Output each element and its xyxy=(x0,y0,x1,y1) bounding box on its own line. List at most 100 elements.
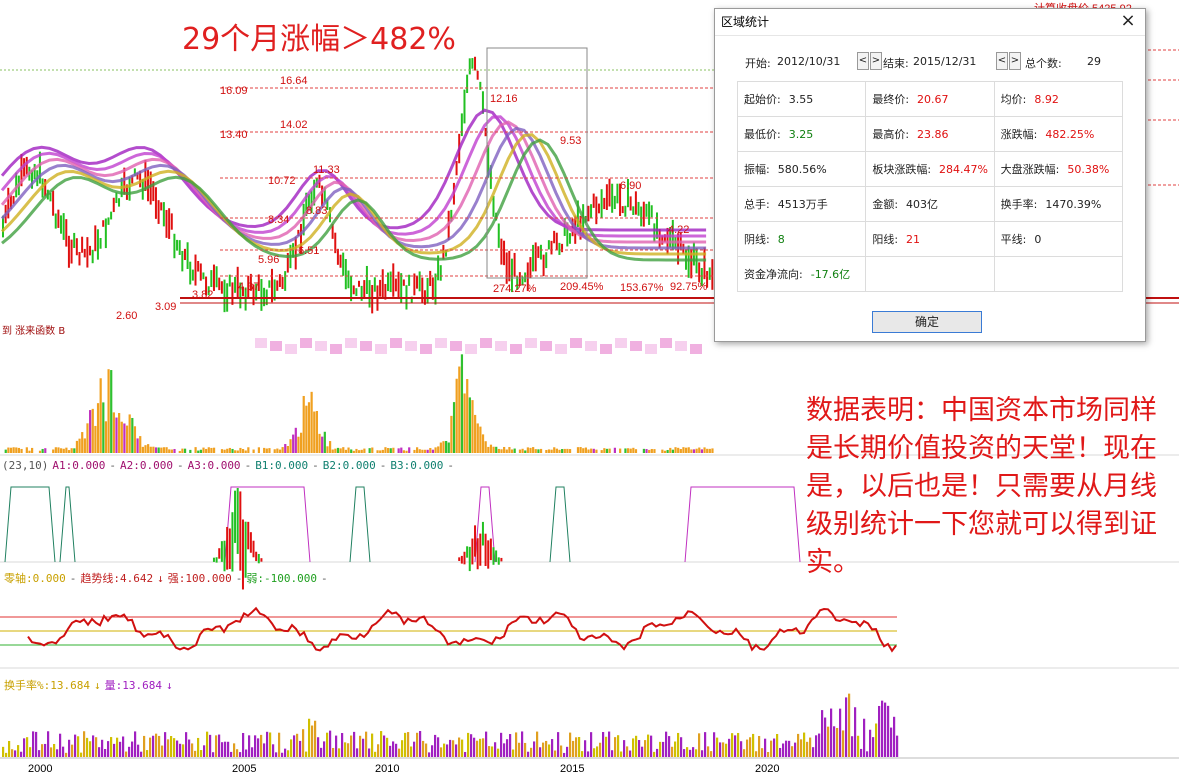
volume-bar xyxy=(600,450,603,453)
blurred-mark xyxy=(285,344,297,354)
turnover-bar xyxy=(446,744,449,757)
indicator-value: 量:13.684 xyxy=(104,679,162,692)
volume-bar xyxy=(94,425,97,453)
turnover-bar xyxy=(206,731,209,757)
candle xyxy=(102,220,105,227)
turnover-bar xyxy=(878,705,881,757)
candle xyxy=(70,239,73,264)
turnover-bar xyxy=(179,743,182,757)
signal-bar xyxy=(226,526,229,570)
stats-label: 最高价: xyxy=(872,128,910,141)
turnover-bar xyxy=(860,748,863,757)
candle xyxy=(234,276,237,293)
stats-value: 1470.39% xyxy=(1045,198,1102,211)
turnover-bar xyxy=(353,731,356,757)
turnover-bar xyxy=(158,735,161,757)
end-next-button[interactable]: > xyxy=(1009,52,1021,70)
candle xyxy=(352,285,355,295)
turnover-bar xyxy=(350,735,353,757)
stats-cell: 最低价: 3.25 xyxy=(736,116,867,152)
volume-bar xyxy=(695,448,698,453)
turnover-bar xyxy=(101,739,104,757)
stats-cell: 大盘涨跌幅: 50.38% xyxy=(993,151,1124,187)
indicator-value: A2:0.000 xyxy=(119,459,173,472)
volume-bar xyxy=(273,449,276,453)
candle xyxy=(466,74,469,94)
candle xyxy=(416,275,419,289)
blurred-mark xyxy=(405,341,417,351)
candle xyxy=(144,159,147,192)
region-stats-dialog[interactable]: 区域统计 × 开始: 2012/10/31 < > 结束: 2015/12/31… xyxy=(714,8,1146,342)
candle xyxy=(394,278,397,292)
volume-bar xyxy=(152,446,155,453)
price-label: 4.22 xyxy=(668,224,689,236)
volume-bar xyxy=(315,410,319,453)
turnover-bar xyxy=(569,732,572,757)
count-value: 29 xyxy=(1087,55,1101,68)
signal-bar xyxy=(212,557,215,562)
turnover-bar xyxy=(410,746,413,757)
start-prev-button[interactable]: < xyxy=(857,52,869,70)
candle xyxy=(387,272,390,292)
blurred-mark xyxy=(450,341,462,351)
signal-bar xyxy=(220,541,223,562)
volume-bar xyxy=(550,449,553,453)
turnover-bar xyxy=(650,735,653,757)
stats-cell: 板块涨跌幅: 284.47% xyxy=(865,151,995,187)
turnover-bar xyxy=(557,732,560,757)
volume-bar xyxy=(429,447,432,453)
candle xyxy=(110,211,113,220)
turnover-bar xyxy=(134,731,137,757)
stats-value: 284.47% xyxy=(939,163,988,176)
volume-bar xyxy=(228,447,231,453)
candle xyxy=(698,262,701,283)
volume-bar xyxy=(226,448,229,453)
volume-bar xyxy=(468,397,471,453)
end-prev-button[interactable]: < xyxy=(996,52,1008,70)
turnover-bar xyxy=(671,746,674,757)
turnover-bar xyxy=(437,737,440,757)
candle xyxy=(342,252,345,276)
candle xyxy=(547,240,550,250)
turnover-bar xyxy=(629,750,632,757)
turnover-bar xyxy=(713,732,716,757)
turnover-bar xyxy=(488,746,491,757)
stats-row: 振幅: 580.56% 板块涨跌幅: 284.47% 大盘涨跌幅: 50.38% xyxy=(736,151,1124,187)
stats-cell: 振幅: 580.56% xyxy=(736,151,867,187)
volume-bar xyxy=(112,412,115,453)
stats-value: 3.55 xyxy=(788,93,814,106)
turnover-bar xyxy=(227,741,230,757)
candle xyxy=(597,203,600,214)
indicator-value: ↓ xyxy=(157,572,164,585)
volume-bar xyxy=(587,449,590,453)
turnover-bar xyxy=(863,718,866,757)
turnover-bar xyxy=(110,737,113,757)
turnover-bar xyxy=(374,751,377,757)
turnover-bar xyxy=(497,748,500,757)
turnover-bar xyxy=(473,737,476,757)
candle xyxy=(708,267,711,280)
start-next-button[interactable]: > xyxy=(870,52,882,70)
close-icon[interactable]: × xyxy=(1117,12,1139,32)
signal-bar xyxy=(489,538,492,561)
turnover-bar xyxy=(392,741,395,757)
volume-bar xyxy=(157,447,160,453)
turnover-bar xyxy=(461,739,464,757)
turnover-bar xyxy=(146,750,149,757)
volume-bar xyxy=(402,450,406,453)
ok-button[interactable]: 确定 xyxy=(872,311,982,333)
turnover-bar xyxy=(170,736,173,757)
turnover-bar xyxy=(656,748,659,757)
volume-bar xyxy=(67,450,71,453)
volume-bar xyxy=(73,448,76,453)
turnover-bar xyxy=(59,733,62,757)
volume-bar xyxy=(302,395,305,453)
stats-label: 换手率: xyxy=(1000,198,1038,211)
signal-bar xyxy=(236,488,239,554)
indicator-value: - xyxy=(176,459,184,472)
volume-bar xyxy=(25,447,28,453)
volume-bar xyxy=(698,447,701,453)
turnover-bar xyxy=(623,740,626,757)
volume-bar xyxy=(125,425,129,453)
volume-bar xyxy=(265,448,268,453)
